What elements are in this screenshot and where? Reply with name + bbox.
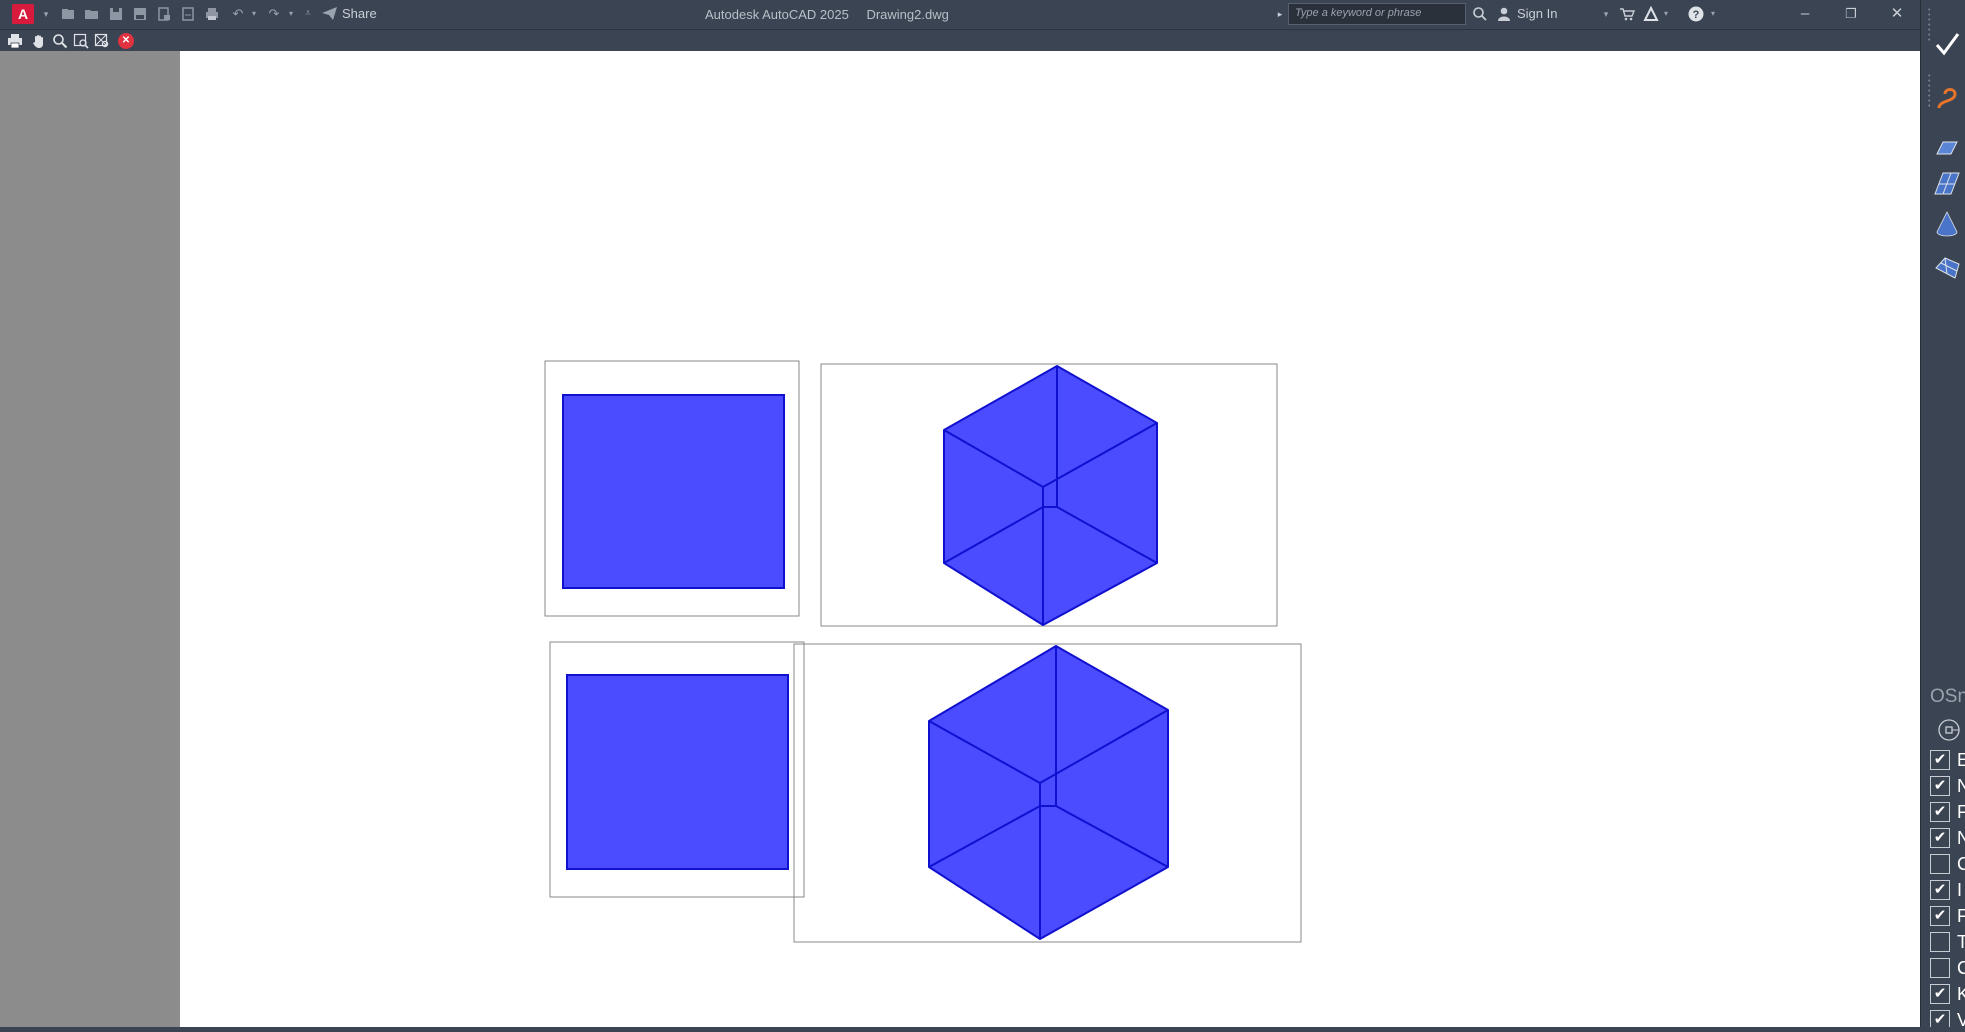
user-icon: [1498, 7, 1510, 21]
osnap-mode-checkbox[interactable]: [1930, 932, 1950, 952]
osnap-mode-checkbox[interactable]: ✔: [1930, 750, 1950, 770]
osnap-settings-icon[interactable]: [1937, 718, 1961, 742]
osnap-mode-row[interactable]: ✔V: [1930, 1010, 1965, 1027]
application-menu-button[interactable]: A: [12, 4, 34, 24]
osnap-mode-row[interactable]: ✔N: [1930, 776, 1965, 796]
osnap-mode-label: I: [1957, 879, 1963, 900]
customize-quick-access-icon[interactable]: ⩡: [300, 6, 316, 22]
osnap-mode-checkbox[interactable]: ✔: [1930, 880, 1950, 900]
zoom-window-icon[interactable]: [73, 33, 89, 49]
help-search-input[interactable]: Type a keyword or phrase: [1288, 3, 1466, 25]
osnap-mode-checkbox[interactable]: [1930, 958, 1950, 978]
osnap-mode-label: V: [1957, 1010, 1965, 1028]
isometric-cube-shape[interactable]: [928, 645, 1169, 940]
svg-text:?: ?: [1693, 9, 1700, 21]
cone-icon[interactable]: [1933, 210, 1961, 238]
osnap-mode-row[interactable]: ✔F: [1930, 906, 1965, 926]
save-icon[interactable]: [108, 6, 124, 22]
filled-square-shape[interactable]: [566, 674, 789, 870]
osnap-panel-title: OSn: [1930, 686, 1965, 707]
osnap-mode-checkbox[interactable]: ✔: [1930, 828, 1950, 848]
zoom-icon[interactable]: [52, 33, 68, 49]
osnap-mode-label: F: [1957, 802, 1965, 823]
pan-hand-icon[interactable]: [31, 33, 47, 49]
save-to-web-icon[interactable]: [156, 6, 172, 22]
help-dropdown-chevron-icon[interactable]: ▾: [1705, 6, 1721, 22]
search-expand-arrow-icon[interactable]: ▸: [1272, 6, 1288, 22]
osnap-mode-row[interactable]: ✔ I: [1930, 880, 1962, 900]
help-icon[interactable]: ?: [1688, 6, 1704, 22]
helix-icon[interactable]: [1933, 84, 1961, 112]
search-icon[interactable]: [1472, 6, 1488, 22]
open-from-web-icon[interactable]: [180, 6, 196, 22]
filled-square-shape[interactable]: [562, 394, 785, 589]
right-tool-palette: ••••••• ••••••• OSn ✔E✔N✔F✔NC✔I✔FTC✔K✔V: [1920, 0, 1965, 1027]
sign-in-button[interactable]: Sign In: [1497, 6, 1557, 21]
osnap-mode-row[interactable]: ✔N: [1930, 828, 1965, 848]
zoom-extents-icon[interactable]: [94, 33, 110, 49]
osnap-mode-checkbox[interactable]: ✔: [1930, 776, 1950, 796]
osnap-mode-checkbox[interactable]: [1930, 854, 1950, 874]
osnap-mode-checkbox[interactable]: ✔: [1930, 984, 1950, 1004]
print-icon[interactable]: [7, 33, 23, 49]
undo-dropdown-chevron-icon[interactable]: ▾: [246, 6, 262, 22]
plot-printer-icon[interactable]: [204, 6, 220, 22]
osnap-mode-checkbox[interactable]: ✔: [1930, 1010, 1950, 1027]
osnap-mode-row[interactable]: C: [1930, 958, 1965, 978]
close-preview-icon[interactable]: ✕: [118, 33, 134, 49]
open-folder-icon[interactable]: [84, 6, 100, 22]
sign-in-dropdown-chevron-icon[interactable]: ▾: [1598, 6, 1614, 22]
osnap-mode-label: N: [1957, 776, 1965, 797]
osnap-mode-label: C: [1957, 958, 1965, 979]
surface-patch-icon[interactable]: [1933, 254, 1961, 282]
osnap-mode-label: F: [1957, 906, 1965, 927]
app-title: Autodesk AutoCAD 2025: [705, 7, 849, 22]
undo-icon[interactable]: ↶: [230, 6, 246, 22]
osnap-mode-label: C: [1957, 854, 1965, 875]
osnap-mode-row[interactable]: C: [1930, 854, 1965, 874]
sign-in-label: Sign In: [1517, 6, 1558, 21]
drawing-canvas[interactable]: [180, 51, 1925, 1027]
document-title: Drawing2.dwg: [866, 7, 949, 22]
app-menu-chevron-icon[interactable]: ▾: [38, 6, 54, 22]
redo-dropdown-chevron-icon[interactable]: ▾: [283, 6, 299, 22]
close-button[interactable]: ✕: [1882, 3, 1912, 25]
paper-margin-area: [0, 51, 180, 1027]
new-file-icon[interactable]: [60, 6, 76, 22]
osnap-mode-label: E: [1957, 750, 1965, 771]
osnap-mode-label: T: [1957, 932, 1965, 953]
restore-button[interactable]: ❐: [1836, 3, 1866, 25]
osnap-mode-row[interactable]: ✔E: [1930, 750, 1965, 770]
osnap-mode-label: N: [1957, 828, 1965, 849]
osnap-mode-checkbox[interactable]: ✔: [1930, 906, 1950, 926]
redo-icon[interactable]: ↷: [266, 6, 282, 22]
palette-grip[interactable]: • • • • • • •: [1928, 7, 1932, 44]
share-label: Share: [342, 6, 377, 21]
autodesk-a360-icon[interactable]: [1643, 5, 1659, 22]
share-button[interactable]: Share: [322, 6, 377, 21]
osnap-mode-checkbox[interactable]: ✔: [1930, 802, 1950, 822]
a360-dropdown-chevron-icon[interactable]: ▾: [1658, 6, 1674, 22]
drawing-paper[interactable]: [180, 51, 1925, 1027]
isometric-cube-shape[interactable]: [943, 365, 1158, 626]
autodesk-app-store-cart-icon[interactable]: [1619, 6, 1636, 22]
checkmark-icon[interactable]: [1933, 30, 1961, 58]
planar-surface-icon[interactable]: [1933, 136, 1961, 164]
palette-grip[interactable]: • • • • • • •: [1928, 73, 1932, 110]
osnap-mode-row[interactable]: ✔K: [1930, 984, 1965, 1004]
save-as-icon[interactable]: [132, 6, 148, 22]
network-surface-icon[interactable]: [1933, 170, 1961, 198]
title-bar: A ▾ ↶ ▾ ↷ ▾ ⩡ Share Autodesk AutoCAD 202…: [0, 0, 1925, 29]
minimize-button[interactable]: –: [1790, 3, 1820, 25]
paper-plane-icon: [322, 7, 337, 20]
osnap-mode-row[interactable]: T: [1930, 932, 1965, 952]
window-title: Autodesk AutoCAD 2025 Drawing2.dwg: [705, 7, 963, 22]
osnap-mode-label: K: [1957, 984, 1965, 1005]
osnap-mode-row[interactable]: ✔F: [1930, 802, 1965, 822]
plot-preview-toolbar: ✕: [0, 29, 1925, 51]
